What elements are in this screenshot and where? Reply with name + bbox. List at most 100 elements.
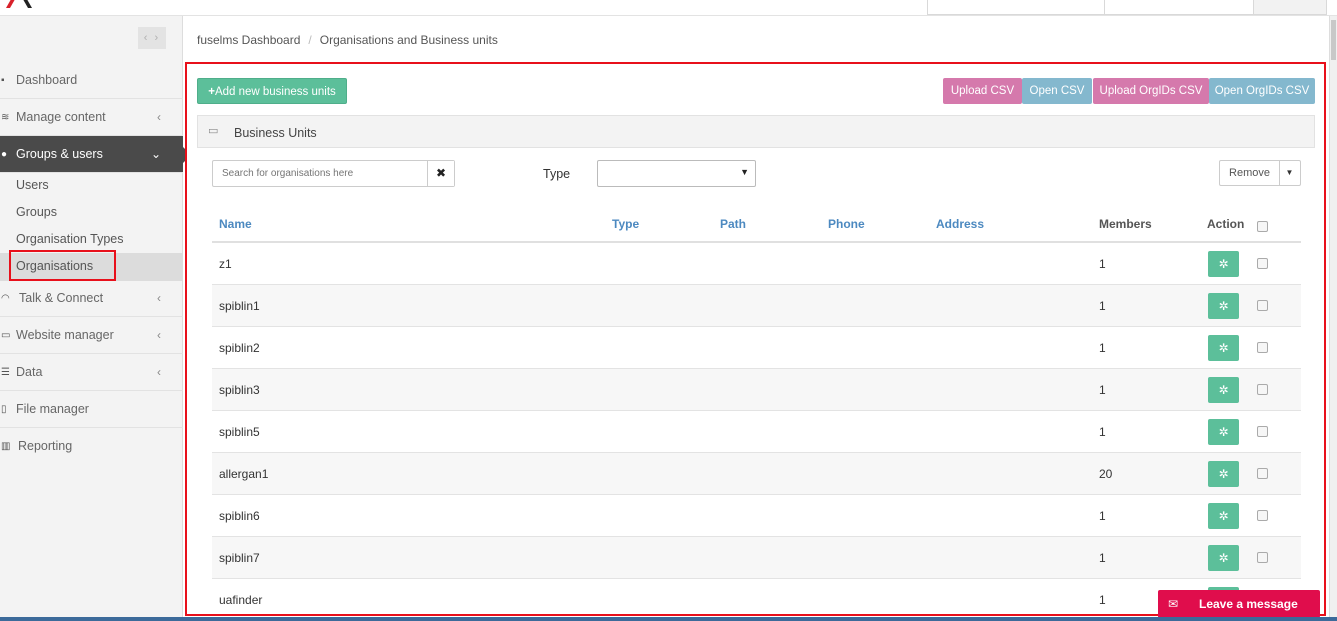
- sidebar-collapse-button[interactable]: ‹ ›: [138, 27, 166, 49]
- breadcrumb-current: Organisations and Business units: [319, 33, 498, 47]
- upload-orgids-csv-button[interactable]: Upload OrgIDs CSV: [1093, 78, 1209, 104]
- table-row: spiblin6 1 ✲: [212, 495, 1301, 537]
- table-row: z1 1 ✲: [212, 243, 1301, 285]
- table-row: spiblin3 1 ✲: [212, 369, 1301, 411]
- row-checkbox[interactable]: [1257, 552, 1268, 563]
- row-name: spiblin2: [219, 341, 260, 355]
- sidebar: ‹ › ▪ Dashboard ≋ Manage content ‹ ● Gro…: [0, 16, 191, 621]
- row-checkbox[interactable]: [1257, 300, 1268, 311]
- sidebar-item-groups-users[interactable]: ● Groups & users ⌄: [0, 136, 191, 173]
- row-name: spiblin1: [219, 299, 260, 313]
- open-orgids-csv-button[interactable]: Open OrgIDs CSV: [1209, 78, 1315, 104]
- row-members: 1: [1099, 257, 1106, 271]
- sidebar-subitem-groups[interactable]: Groups: [16, 199, 57, 226]
- database-icon: ☰: [1, 367, 10, 378]
- select-all-checkbox[interactable]: [1257, 221, 1268, 232]
- sidebar-item-reporting[interactable]: ▥ Reporting: [0, 428, 183, 465]
- gear-icon[interactable]: ✲: [1208, 293, 1239, 319]
- row-checkbox[interactable]: [1257, 342, 1268, 353]
- caret-down-icon: ▼: [740, 167, 749, 177]
- sidebar-subitem-users[interactable]: Users: [16, 172, 49, 199]
- sidebar-item-label: Dashboard: [16, 73, 78, 87]
- sidebar-item-manage-content[interactable]: ≋ Manage content ‹: [0, 99, 183, 136]
- topbar-logout-button[interactable]: [1253, 0, 1327, 15]
- type-filter-select[interactable]: ▼: [597, 160, 756, 187]
- gear-icon[interactable]: ✲: [1208, 335, 1239, 361]
- gear-icon[interactable]: ✲: [1208, 545, 1239, 571]
- table-row: uafinder 1 ✲: [212, 579, 1301, 614]
- topbar-user-menu[interactable]: [1104, 0, 1254, 15]
- row-members: 1: [1099, 299, 1106, 313]
- column-header-name[interactable]: Name: [219, 217, 252, 231]
- file-icon: ▯: [1, 404, 7, 415]
- column-header-type[interactable]: Type: [612, 217, 639, 231]
- remove-button[interactable]: Remove: [1220, 161, 1280, 185]
- layers-icon: ≋: [1, 112, 10, 123]
- chevron-left-icon: ‹: [157, 328, 161, 342]
- remove-dropdown-toggle[interactable]: ▼: [1279, 161, 1300, 185]
- column-header-phone[interactable]: Phone: [828, 217, 865, 231]
- row-checkbox[interactable]: [1257, 426, 1268, 437]
- row-members: 1: [1099, 509, 1106, 523]
- gear-icon[interactable]: ✲: [1208, 251, 1239, 277]
- table-row: allergan1 20 ✲: [212, 453, 1301, 495]
- gear-icon[interactable]: ✲: [1208, 461, 1239, 487]
- row-checkbox[interactable]: [1257, 510, 1268, 521]
- gear-icon[interactable]: ✲: [1208, 503, 1239, 529]
- sidebar-item-talk-connect[interactable]: ◠ Talk & Connect ‹: [0, 280, 183, 317]
- topbar-menu-item[interactable]: [927, 0, 1105, 15]
- table-row: spiblin2 1 ✲: [212, 327, 1301, 369]
- search-input[interactable]: [213, 161, 455, 186]
- panel-title: Business Units: [234, 126, 317, 140]
- page-scrollbar[interactable]: [1329, 16, 1337, 621]
- row-checkbox[interactable]: [1257, 384, 1268, 395]
- sidebar-subitem-organisation-types[interactable]: Organisation Types: [16, 226, 123, 253]
- panel-icon: ▭: [208, 125, 219, 137]
- row-name: spiblin5: [219, 425, 260, 439]
- leave-message-label: Leave a message: [1199, 597, 1298, 611]
- chevron-left-icon: ‹: [157, 365, 161, 379]
- add-business-unit-label: Add new business units: [214, 86, 336, 98]
- search-box: ✖: [212, 160, 455, 187]
- sidebar-item-label: Manage content: [16, 110, 106, 124]
- clear-search-icon[interactable]: ✖: [427, 161, 454, 186]
- upload-csv-button[interactable]: Upload CSV: [943, 78, 1022, 104]
- column-header-path[interactable]: Path: [720, 217, 746, 231]
- row-members: 1: [1099, 551, 1106, 565]
- sidebar-item-data[interactable]: ☰ Data ‹: [0, 354, 183, 391]
- table-row: spiblin5 1 ✲: [212, 411, 1301, 453]
- sidebar-item-file-manager[interactable]: ▯ File manager: [0, 391, 183, 428]
- row-name: spiblin7: [219, 551, 260, 565]
- chevron-left-icon: ‹: [157, 110, 161, 124]
- row-name: spiblin6: [219, 509, 260, 523]
- column-header-address[interactable]: Address: [936, 217, 984, 231]
- sidebar-item-label: Website manager: [16, 328, 114, 342]
- chevron-left-icon: ‹: [157, 291, 161, 305]
- business-units-panel-header: ▭ Business Units: [197, 115, 1315, 148]
- open-csv-button[interactable]: Open CSV: [1022, 78, 1092, 104]
- sidebar-item-website-manager[interactable]: ▭ Website manager ‹: [0, 317, 183, 354]
- row-members: 1: [1099, 383, 1106, 397]
- table-row: spiblin1 1 ✲: [212, 285, 1301, 327]
- column-header-members: Members: [1099, 217, 1152, 231]
- row-members: 1: [1099, 341, 1106, 355]
- row-checkbox[interactable]: [1257, 468, 1268, 479]
- wifi-icon: ◠: [1, 293, 10, 304]
- type-filter-label: Type: [543, 167, 571, 181]
- add-business-unit-button[interactable]: +Add new business units: [197, 78, 347, 104]
- row-name: allergan1: [219, 467, 269, 481]
- row-checkbox[interactable]: [1257, 258, 1268, 269]
- table-row: spiblin7 1 ✲: [212, 537, 1301, 579]
- row-members: 1: [1099, 593, 1106, 607]
- top-bar: [0, 0, 1337, 16]
- scrollbar-thumb[interactable]: [1331, 20, 1336, 60]
- leave-message-button[interactable]: ✉ Leave a message: [1158, 590, 1320, 618]
- breadcrumb-home-link[interactable]: fuselms Dashboard: [197, 33, 300, 47]
- organisations-highlight-box: [9, 250, 116, 281]
- gear-icon[interactable]: ✲: [1208, 419, 1239, 445]
- plus-icon: +: [208, 86, 215, 98]
- breadcrumb-separator: /: [308, 33, 312, 47]
- sidebar-item-label: File manager: [16, 402, 89, 416]
- sidebar-item-dashboard[interactable]: ▪ Dashboard: [0, 62, 183, 99]
- gear-icon[interactable]: ✲: [1208, 377, 1239, 403]
